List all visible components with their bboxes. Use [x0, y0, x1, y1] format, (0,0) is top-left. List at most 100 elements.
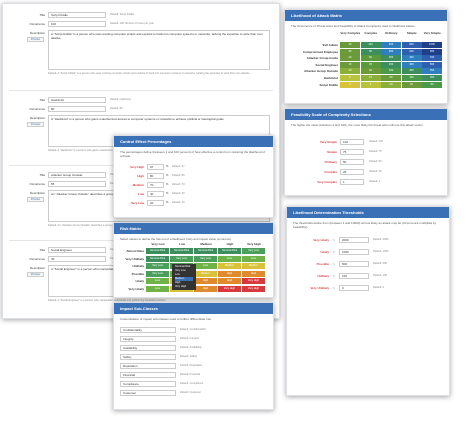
preview-button[interactable]: Preview	[27, 272, 44, 277]
threshold-input[interactable]: 500	[339, 261, 369, 267]
risk-col-header: Very Low	[151, 242, 165, 246]
matrix-cell: 900	[422, 48, 442, 55]
feasibility-input[interactable]: 50	[340, 159, 364, 165]
risk-select[interactable]: Very Low	[146, 270, 169, 277]
matrix-cell: 40	[401, 81, 422, 88]
risk-select[interactable]: Very Low	[242, 248, 265, 254]
risk-select[interactable]: Very Low	[170, 255, 193, 262]
matrix-cell: 15	[340, 61, 360, 68]
preview-button[interactable]: Preview	[27, 122, 44, 127]
description-default: Default: A "Script Kiddie" is a person w…	[48, 72, 251, 75]
risk-select[interactable]: Low	[146, 285, 169, 292]
feasibility-default: Default: 100	[369, 140, 383, 143]
feasibility-input[interactable]: 25	[340, 169, 364, 175]
impact-input[interactable]: Safety	[120, 354, 176, 360]
matrix-row-label: Hacktivist	[323, 76, 338, 80]
impact-default: Default: Confidentiality	[180, 328, 206, 331]
risk-select[interactable]: Nominal Risk	[146, 255, 169, 262]
control-effect-input[interactable]: 40	[147, 191, 164, 197]
risk-select[interactable]: Low	[146, 278, 169, 284]
feasibility-title: Feasibility Scale of Complexity Selectio…	[285, 109, 447, 120]
control-effect-input[interactable]: 80	[147, 173, 164, 179]
control-effect-input[interactable]: 70	[147, 182, 164, 188]
preview-button[interactable]: Preview	[27, 197, 44, 202]
matrix-cell: 30	[360, 68, 381, 75]
title-input[interactable]: Script Kiddie	[48, 12, 106, 18]
matrix-col-header: Ordinary	[384, 31, 398, 35]
impact-input[interactable]: Reputation	[120, 363, 176, 369]
risk-col-header: Low	[179, 242, 185, 246]
risk-select[interactable]: Low	[242, 255, 265, 262]
risk-select[interactable]: Very Low	[146, 263, 169, 269]
threshold-input[interactable]: 2000	[339, 237, 369, 243]
title-input[interactable]: Attacker Group Outside	[48, 172, 106, 178]
risk-select[interactable]: Very High	[242, 278, 265, 284]
control-effect-input[interactable]: 20	[147, 200, 164, 206]
feasibility-input[interactable]: 1	[340, 179, 364, 185]
preview-button[interactable]: Preview	[27, 37, 44, 42]
risk-select[interactable]: High	[242, 270, 265, 277]
risk-row-label: Almost Rare	[126, 249, 144, 253]
matrix-cell: 200	[422, 75, 442, 81]
occurrence-input[interactable]: 55	[48, 181, 106, 187]
occurrence-default: Default: 100 Number of times per year	[110, 22, 154, 25]
risk-select[interactable]: Medium	[242, 263, 265, 269]
title-input[interactable]: Social Engineer	[48, 247, 106, 253]
control-effect-default: Default: 70	[172, 183, 185, 186]
occurrence-input[interactable]: 40	[48, 256, 106, 262]
feasibility-input[interactable]: 100	[340, 139, 364, 145]
risk-select[interactable]: High	[218, 278, 241, 284]
impact-input[interactable]: Availability	[120, 345, 176, 351]
threshold-label: Likely	[320, 250, 329, 254]
risk-select[interactable]: Nominal Risk	[218, 248, 241, 254]
description-label: Description	[29, 191, 45, 195]
risk-select[interactable]: Nominal Risk	[170, 248, 193, 254]
threshold-operator: >	[333, 238, 335, 242]
occurrence-input[interactable]: 80	[48, 106, 106, 112]
impact-input[interactable]: Compliance	[120, 381, 176, 387]
feasibility-label: Simple	[327, 150, 337, 154]
likelihood-matrix-title: Likelihood of Attack Matrix	[285, 10, 447, 21]
risk-select[interactable]: High	[194, 285, 217, 292]
likelihood-matrix-panel: Likelihood of Attack Matrix The Occurren…	[284, 9, 448, 104]
matrix-row-label: Social Engineer	[315, 62, 338, 67]
risk-select[interactable]: Very Low	[194, 255, 217, 262]
description-textarea[interactable]: A "Script Kiddie" is a person who uses e…	[48, 30, 270, 70]
matrix-cell: 15	[360, 75, 381, 81]
impact-input[interactable]: Confidentiality	[120, 327, 176, 333]
threshold-input[interactable]: 100	[339, 273, 369, 279]
threshold-input[interactable]: 0	[339, 285, 369, 291]
impact-input[interactable]: Financial	[120, 372, 176, 378]
risk-select[interactable]: Very High	[242, 285, 265, 292]
risk-select[interactable]: Low	[218, 255, 241, 262]
feasibility-label: Very Complex	[317, 180, 337, 184]
threshold-label: Possible	[316, 262, 329, 266]
matrix-cell: 200	[381, 55, 401, 62]
control-effect-default: Default: 80	[172, 174, 185, 177]
risk-select[interactable]: High	[194, 278, 217, 284]
risk-select[interactable]: Medium	[194, 270, 217, 277]
risk-select[interactable]: Medium	[218, 263, 241, 269]
title-label: Title	[39, 173, 45, 177]
control-effect-unit: %	[166, 201, 169, 204]
impact-input[interactable]: Customer	[120, 390, 176, 396]
feasibility-input[interactable]: 75	[340, 149, 364, 155]
control-effect-label: Medium	[132, 183, 144, 187]
matrix-cell: 500	[422, 61, 442, 68]
risk-select[interactable]: Nominal Risk	[194, 248, 217, 254]
risk-dropdown-option[interactable]: Very High	[175, 285, 193, 289]
risk-select[interactable]: High	[218, 270, 241, 277]
impact-input[interactable]: Integrity	[120, 336, 176, 342]
threshold-input[interactable]: 1000	[339, 249, 369, 255]
occurrence-input[interactable]: 100	[48, 21, 106, 27]
description-label: Description	[29, 266, 45, 270]
risk-select[interactable]: Very High	[218, 285, 241, 292]
matrix-cell: 30	[340, 48, 360, 55]
control-effect-input[interactable]: 97	[147, 164, 164, 170]
risk-select[interactable]: Low	[194, 263, 217, 269]
likelihood-matrix-grid: Very Complex Complex Ordinary Simple Very Si…	[285, 31, 449, 104]
risk-dropdown-menu[interactable]: Nominal Risk Very Low Low Medium High Very Hi…	[172, 264, 196, 290]
risk-select[interactable]: Nominal Risk	[146, 248, 169, 254]
title-input[interactable]: Hacktivist	[48, 97, 106, 103]
impact-default: Default: Safety	[180, 355, 198, 358]
